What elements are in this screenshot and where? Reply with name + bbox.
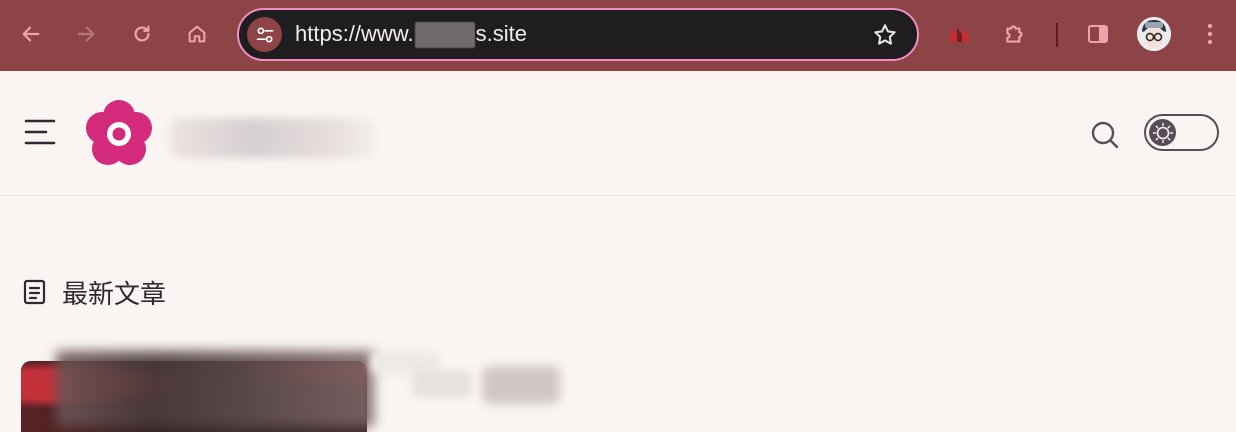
back-arrow-icon [22, 26, 40, 42]
url-prefix: https://www. [295, 21, 414, 46]
toggle-knob [1149, 119, 1176, 146]
url-suffix: s.site [475, 21, 527, 46]
profile-avatar-icon [1137, 17, 1171, 51]
site-settings-icon [256, 27, 273, 43]
puzzle-extensions-icon [1006, 25, 1023, 43]
post-meta-redacted [482, 366, 560, 404]
bookmark-star-icon [874, 24, 896, 45]
url-redaction [414, 22, 475, 49]
post-meta-redacted [412, 370, 472, 398]
home-button[interactable] [180, 17, 214, 51]
extensions-button[interactable] [998, 17, 1032, 51]
forward-button[interactable] [69, 17, 103, 51]
url-text[interactable]: https://www. s.site [295, 10, 527, 58]
search-button[interactable] [1088, 118, 1122, 152]
toolbar-divider [1056, 23, 1058, 47]
site-header [0, 71, 1236, 196]
section-title: 最新文章 [62, 279, 167, 310]
sun-icon [1152, 122, 1173, 143]
address-bar[interactable]: https://www. s.site [237, 8, 919, 61]
more-menu-button[interactable] [1193, 17, 1227, 51]
menu-button[interactable] [24, 118, 56, 146]
latest-posts-heading: 最新文章 [22, 275, 167, 310]
more-vert-icon [1207, 23, 1213, 45]
side-panel-button[interactable] [1081, 17, 1115, 51]
profile-avatar[interactable] [1137, 17, 1171, 51]
site-logo[interactable] [82, 97, 156, 171]
reload-icon [134, 25, 150, 42]
menu-icon [24, 119, 56, 145]
bookmark-button[interactable] [871, 21, 899, 49]
flower-logo-icon [86, 100, 152, 165]
home-icon [188, 25, 206, 43]
site-name-redacted [170, 118, 376, 158]
extension-m-button[interactable] [943, 17, 977, 51]
search-icon [1091, 121, 1119, 149]
side-panel-icon [1088, 25, 1108, 43]
forward-arrow-icon [77, 26, 95, 42]
back-button[interactable] [14, 17, 48, 51]
post-title-redacted [56, 351, 374, 427]
site-settings-button[interactable] [247, 17, 282, 52]
theme-toggle[interactable] [1144, 114, 1219, 151]
reload-button[interactable] [125, 17, 159, 51]
browser-toolbar: https://www. s.site [0, 0, 1236, 71]
extension-m-icon [951, 28, 968, 42]
article-list-icon [23, 279, 46, 305]
